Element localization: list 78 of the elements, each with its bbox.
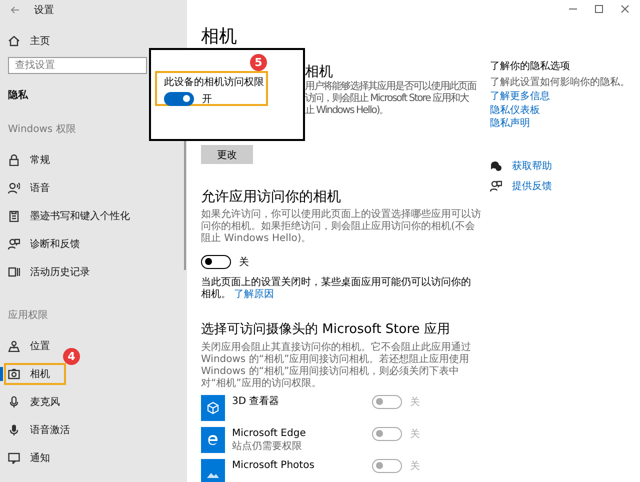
map-pin-icon bbox=[8, 340, 20, 352]
lock-icon bbox=[8, 154, 20, 166]
search-field[interactable]: 查找设置 bbox=[8, 57, 147, 74]
aside-heading: 了解你的隐私选项 bbox=[490, 60, 570, 74]
sidebar-item[interactable]: 活动历史记录 bbox=[0, 258, 96, 286]
section-heading: 选择可访问摄像头的 Microsoft Store 应用 bbox=[201, 321, 450, 339]
microphone-icon bbox=[8, 396, 20, 408]
aside-link[interactable]: 了解更多信息 bbox=[490, 90, 550, 104]
nav-label: 语音 bbox=[30, 182, 50, 195]
app-name: 3D 查看器 bbox=[232, 395, 280, 408]
toggle-switch[interactable] bbox=[164, 92, 194, 106]
toggle-label: 关 bbox=[410, 460, 420, 473]
description-text: 关闭应用会阻止其直接访问你的相机。它不会阻止此应用通过 Windows 的“相机”应用间接访问相机。若还想阻止应用使用 Windows 的“相机”应用间接访问相机，则必须关闭下表中对“相机”应用的访问权限。 bbox=[201, 342, 472, 390]
help-link[interactable]: 获取帮助 bbox=[512, 158, 552, 172]
toggle-label: 开 bbox=[202, 93, 212, 106]
app-subtitle: 站点仍需要权限 bbox=[232, 440, 302, 453]
person-chat-icon bbox=[490, 180, 502, 192]
cube-icon bbox=[201, 395, 225, 421]
app-name: Microsoft Edge bbox=[232, 427, 306, 440]
app-name: Microsoft Photos bbox=[232, 459, 314, 472]
nav-label: 常规 bbox=[30, 154, 50, 167]
timeline-icon bbox=[8, 266, 20, 278]
microphone-icon bbox=[8, 424, 20, 436]
camera-icon bbox=[8, 368, 20, 380]
aside-link[interactable]: 隐私仪表板 bbox=[490, 104, 540, 117]
section-heading: 相机 bbox=[305, 63, 333, 80]
close-icon[interactable] bbox=[620, 4, 630, 14]
group-heading: Windows 权限 bbox=[7, 122, 76, 136]
help-link[interactable]: 提供反馈 bbox=[512, 178, 552, 192]
chat-bubble-icon bbox=[490, 160, 502, 172]
nav-label: 语音激活 bbox=[30, 424, 70, 437]
sidebar-item[interactable]: 位置 bbox=[0, 332, 56, 360]
group-heading: 应用权限 bbox=[7, 308, 48, 322]
description-text: 用户将能够选择其应用是否可以使用此页面 bbox=[305, 81, 476, 92]
toggle-switch[interactable] bbox=[201, 255, 231, 269]
setting-label: 此设备的相机访问权限 bbox=[164, 76, 264, 89]
nav-label: 主页 bbox=[30, 34, 50, 48]
nav-label: 活动历史记录 bbox=[30, 266, 90, 279]
section-title: 隐私 bbox=[7, 88, 28, 100]
letter-e-icon bbox=[201, 427, 225, 453]
sidebar-item[interactable]: 语音激活 bbox=[0, 416, 76, 444]
learn-why-link[interactable]: 了解原因 bbox=[234, 289, 274, 300]
sidebar-item[interactable]: 麦克风 bbox=[0, 388, 66, 416]
sidebar-item[interactable]: 墨迹书写和键入个性化 bbox=[0, 202, 136, 230]
change-button[interactable]: 更改 bbox=[201, 145, 253, 164]
back-arrow-icon[interactable] bbox=[10, 6, 20, 14]
nav-label: 诊断和反馈 bbox=[30, 238, 80, 251]
nav-label: 通知 bbox=[30, 452, 50, 465]
description-text: 访问，则会阻止 Microsoft Store 应用和大 bbox=[305, 93, 468, 104]
maximize-icon[interactable] bbox=[594, 4, 604, 14]
step-badge: 4 bbox=[63, 348, 80, 365]
message-icon bbox=[8, 452, 20, 464]
nav-label: 墨迹书写和键入个性化 bbox=[30, 210, 130, 223]
section-heading: 允许应用访问你的相机 bbox=[201, 188, 341, 206]
note-text: 当此页面上的设置关闭时，某些桌面应用可能仍可以访问你的相机。 了解原因 bbox=[201, 277, 472, 301]
sidebar-item[interactable]: 语音 bbox=[0, 174, 56, 202]
description-text: 止 Windows Hello)。 bbox=[305, 105, 388, 117]
window-title: 设置 bbox=[34, 4, 54, 17]
nav-label: 位置 bbox=[30, 340, 50, 353]
home-icon bbox=[8, 35, 20, 47]
page-title: 相机 bbox=[201, 27, 237, 47]
clipboard-icon bbox=[8, 210, 20, 222]
toggle-label: 关 bbox=[410, 428, 420, 441]
mountain-icon bbox=[201, 459, 225, 482]
nav-label: 麦克风 bbox=[30, 396, 60, 409]
description-text: 如果允许访问，你可以使用此页面上的设置选择哪些应用可以访问你的相机。如果拒绝访问，则会阻止应用访问你的相机(不会阻止 Windows Hello)。 bbox=[201, 209, 481, 245]
toggle-label: 关 bbox=[410, 396, 420, 409]
aside-link[interactable]: 隐私声明 bbox=[490, 117, 530, 130]
person-chat-icon bbox=[8, 238, 20, 250]
home-nav-item[interactable]: 主页 bbox=[0, 28, 56, 54]
sidebar-item[interactable]: 常规 bbox=[0, 146, 56, 174]
aside-text: 了解此设置如何影响你的隐私。 bbox=[490, 76, 630, 90]
nav-label: 相机 bbox=[30, 368, 50, 381]
sidebar-item[interactable]: 诊断和反馈 bbox=[0, 230, 86, 258]
step-badge: 5 bbox=[250, 54, 267, 71]
person-speaking-icon bbox=[8, 182, 20, 194]
toggle-label: 关 bbox=[239, 256, 249, 269]
sidebar-item[interactable]: 通知 bbox=[0, 444, 56, 472]
